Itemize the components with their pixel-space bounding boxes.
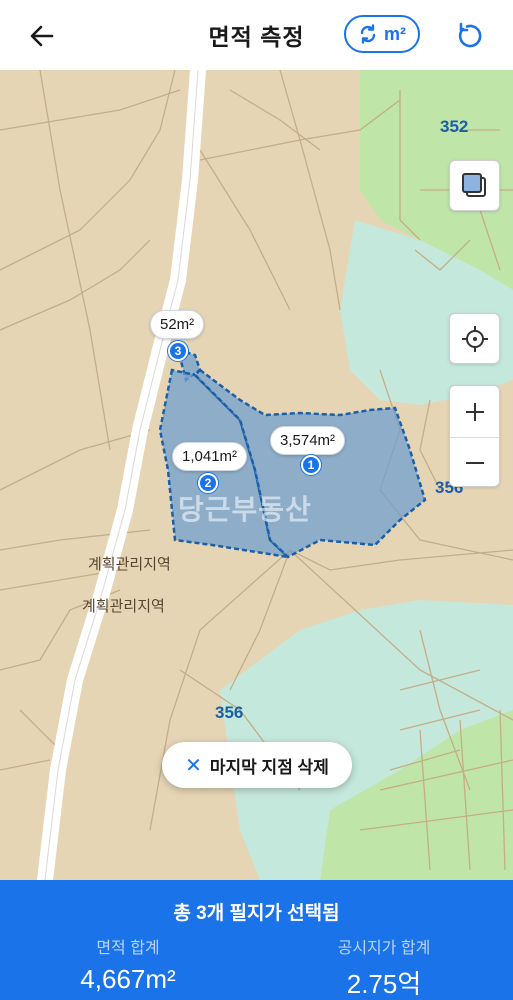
map-view[interactable]: 352 356 356 계획관리지역 계획관리지역 당근부동산 52m² 3 1… [0, 70, 513, 880]
back-button[interactable] [22, 16, 62, 56]
watermark-logo: 당근부동산 [178, 494, 312, 525]
crosshair-icon [461, 325, 488, 352]
app-header: 면적 측정 m² [0, 0, 513, 70]
point-marker[interactable]: 1 [301, 455, 321, 475]
zoom-in-button[interactable] [450, 386, 499, 437]
reset-button[interactable] [450, 16, 490, 56]
my-location-button[interactable] [449, 313, 500, 364]
plus-icon [465, 402, 484, 421]
price-total-block: 공시지가 합계 2.75억 [256, 934, 512, 1000]
layers-icon [461, 172, 486, 197]
zoom-control [449, 385, 500, 487]
page-title: 면적 측정 [208, 24, 305, 50]
unit-label: m² [384, 23, 406, 44]
parcel-number-label: 356 [215, 703, 244, 722]
area-total-value: 4,667m² [80, 964, 176, 994]
area-tag: 1,041m² [172, 442, 248, 471]
price-total-label: 공시지가 합계 [337, 940, 431, 957]
selection-count-text: 총 3개 필지가 선택됨 [173, 903, 340, 924]
area-total-block: 면적 합계 4,667m² [0, 934, 256, 995]
swap-icon [360, 24, 376, 44]
zoom-out-button[interactable] [450, 437, 499, 486]
area-tag: 3,574m² [270, 426, 346, 455]
minus-icon [465, 462, 484, 464]
area-total-label: 면적 합계 [96, 940, 160, 957]
layers-button[interactable] [449, 160, 500, 211]
close-icon: ✕ [185, 754, 202, 777]
point-marker[interactable]: 2 [198, 473, 218, 493]
point-marker[interactable]: 3 [168, 341, 188, 361]
zone-label: 계획관리지역 [82, 598, 165, 615]
area-tag: 52m² [150, 310, 205, 339]
refresh-icon [458, 22, 482, 48]
arrow-left-icon [30, 25, 54, 47]
delete-last-point-label: 마지막 지점 삭제 [209, 757, 329, 777]
price-total-value: 2.75억 [346, 969, 422, 999]
summary-panel: 총 3개 필지가 선택됨 면적 합계 4,667m² 공시지가 합계 2.75억 [0, 880, 513, 1000]
parcel-number-label: 352 [440, 117, 469, 136]
delete-last-point-button[interactable]: ✕ 마지막 지점 삭제 [162, 742, 352, 788]
zone-label: 계획관리지역 [88, 556, 171, 573]
unit-toggle-button[interactable]: m² [344, 15, 420, 53]
